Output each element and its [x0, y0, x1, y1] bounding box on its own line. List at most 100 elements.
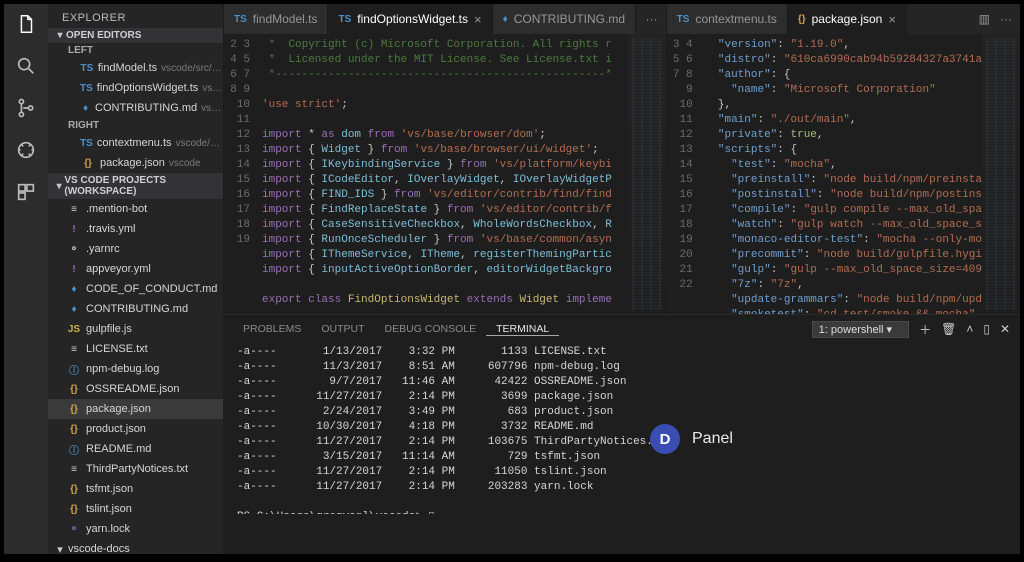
tree-row[interactable]: ! appveyor.yml — [48, 259, 223, 279]
file-icon: ≡ — [66, 344, 82, 355]
tree-row[interactable]: ⓘ README.md — [48, 439, 223, 459]
tree-row[interactable]: ⚬ yarn.lock — [48, 519, 223, 539]
file-name: yarn.lock — [86, 523, 130, 535]
panel-tab[interactable]: DEBUG CONSOLE — [375, 323, 487, 336]
section-workspace[interactable]: ▾ VS CODE PROJECTS (WORKSPACE) — [48, 173, 223, 199]
code-content: "version": "1.19.0", "distro": "610ca699… — [701, 34, 982, 314]
terminal-selector[interactable]: 1: powershell ▾ — [812, 321, 909, 338]
file-icon: ! — [66, 264, 82, 275]
code-editor[interactable]: 2 3 4 5 6 7 8 9 10 11 12 13 14 15 16 17 … — [224, 34, 666, 314]
tab-label: package.json — [812, 12, 883, 26]
split-panel-icon[interactable]: ▯ — [983, 322, 990, 336]
split-editor-icon[interactable]: ▥ — [979, 12, 990, 26]
tree-row[interactable]: ♦CODE_OF_CONDUCT.md — [48, 279, 223, 299]
kill-terminal-icon[interactable]: 🗑 — [941, 322, 956, 336]
group-left-label: LEFT — [48, 43, 223, 58]
tree-row[interactable]: {}OSSREADME.json — [48, 379, 223, 399]
folder-row[interactable]: ▾vscode-docs — [48, 539, 223, 554]
tree-row[interactable]: ≡ LICENSE.txt — [48, 339, 223, 359]
file-icon: {} — [80, 158, 96, 169]
search-icon[interactable] — [14, 54, 38, 78]
file-icon: {} — [66, 384, 82, 395]
code-content: * Copyright (c) Microsoft Corporation. A… — [258, 34, 628, 314]
tree-row[interactable]: TScontextmenu.tsvscode/src/... — [48, 133, 223, 153]
more-icon[interactable]: ··· — [1000, 12, 1012, 26]
tab-label: findModel.ts — [253, 12, 318, 26]
file-icon: {} — [66, 404, 82, 415]
file-desc: vscode — [201, 103, 223, 114]
main-area: TSfindModel.tsTSfindOptionsWidget.ts×♦CO… — [223, 4, 1020, 554]
tree-row[interactable]: TS findModel.ts vscode/src/vs/... — [48, 58, 223, 78]
tree-row[interactable]: ♦CONTRIBUTING.md — [48, 299, 223, 319]
tree-row[interactable]: ≡.mention-bot — [48, 199, 223, 219]
panel-tab[interactable]: TERMINAL — [486, 323, 559, 336]
file-icon: ♦ — [66, 284, 82, 295]
file-icon: ♦ — [66, 304, 82, 315]
tab-label: contextmenu.ts — [695, 12, 776, 26]
panel-tab[interactable]: OUTPUT — [311, 323, 374, 336]
files-icon[interactable] — [14, 12, 38, 36]
debug-icon[interactable] — [14, 138, 38, 162]
section-open-editors[interactable]: ▾ OPEN EDITORS — [48, 28, 223, 43]
explorer-sidebar: EXPLORER ▾ OPEN EDITORS LEFT TS findModel… — [48, 4, 223, 554]
tree-row[interactable]: {}tslint.json — [48, 499, 223, 519]
tree-row[interactable]: {}package.jsonvscode — [48, 153, 223, 173]
file-name: README.md — [86, 443, 151, 455]
editor-tab[interactable]: TS contextmenu.ts — [667, 4, 788, 34]
file-name: .travis.yml — [86, 223, 136, 235]
file-icon: TS — [80, 83, 93, 94]
file-desc: vscode — [169, 158, 201, 169]
minimap[interactable] — [982, 34, 1020, 314]
tree-row[interactable]: JSgulpfile.js — [48, 319, 223, 339]
chevron-down-icon: ▾ — [54, 181, 64, 192]
extensions-icon[interactable] — [14, 180, 38, 204]
file-icon: JS — [66, 324, 82, 335]
close-panel-icon[interactable]: ✕ — [1000, 322, 1010, 336]
editor-tab[interactable]: ♦ CONTRIBUTING.md — [493, 4, 636, 34]
tab-label: findOptionsWidget.ts — [357, 12, 468, 26]
more-icon[interactable]: ··· — [646, 12, 658, 26]
tree-row[interactable]: ⓘnpm-debug.log — [48, 359, 223, 379]
editor-tab[interactable]: {}package.json× — [788, 4, 907, 34]
tabs: TScontextmenu.ts{}package.json×▥··· — [667, 4, 1020, 34]
tree-row[interactable]: !.travis.yml — [48, 219, 223, 239]
file-name: appveyor.yml — [86, 263, 151, 275]
tree-row[interactable]: {}tsfmt.json — [48, 479, 223, 499]
tree-row[interactable]: ♦CONTRIBUTING.mdvscode — [48, 98, 223, 118]
close-icon[interactable]: × — [888, 12, 896, 27]
panel-tab[interactable]: PROBLEMS — [233, 323, 311, 336]
file-icon: ⓘ — [66, 442, 82, 457]
tab-label: CONTRIBUTING.md — [514, 12, 625, 26]
editor-tab[interactable]: TSfindModel.ts — [224, 4, 328, 34]
file-name: .yarnrc — [86, 243, 120, 255]
annotation-label: Panel — [692, 430, 733, 448]
code-editor[interactable]: 3 4 5 6 7 8 9 10 11 12 13 14 15 16 17 18… — [667, 34, 1020, 314]
file-icon: ⚬ — [66, 524, 82, 535]
file-icon: TS — [677, 14, 690, 25]
tree-row[interactable]: {}product.json — [48, 419, 223, 439]
tree-row[interactable]: TSfindOptionsWidget.tsvsco... — [48, 78, 223, 98]
terminal-output[interactable]: -a---- 1/13/2017 3:32 PM 1133 LICENSE.tx… — [223, 343, 1020, 514]
new-terminal-icon[interactable]: ＋ — [919, 321, 931, 338]
minimap[interactable] — [628, 34, 666, 314]
close-icon[interactable]: × — [474, 12, 482, 27]
group-right-label: RIGHT — [48, 118, 223, 133]
tree-row[interactable]: ≡ThirdPartyNotices.txt — [48, 459, 223, 479]
sidebar-title: EXPLORER — [48, 4, 223, 28]
maximize-panel-icon[interactable]: ˄ — [966, 322, 973, 336]
panel: PROBLEMSOUTPUTDEBUG CONSOLETERMINAL 1: p… — [223, 314, 1020, 514]
file-desc: vscode/src/vs/... — [161, 63, 223, 74]
tree-row[interactable]: {}package.json — [48, 399, 223, 419]
tree-row[interactable]: ⚬.yarnrc — [48, 239, 223, 259]
file-name: product.json — [86, 423, 146, 435]
file-name: findModel.ts — [98, 62, 157, 74]
file-name: findOptionsWidget.ts — [97, 82, 199, 94]
file-name: contextmenu.ts — [97, 137, 172, 149]
file-name: LICENSE.txt — [86, 343, 148, 355]
source-control-icon[interactable] — [14, 96, 38, 120]
editor-tab[interactable]: TS findOptionsWidget.ts × — [328, 4, 492, 34]
file-icon: ♦ — [503, 14, 508, 25]
file-icon: TS — [338, 14, 351, 25]
file-desc: vscode/src/... — [176, 138, 224, 149]
file-icon: TS — [80, 63, 94, 74]
